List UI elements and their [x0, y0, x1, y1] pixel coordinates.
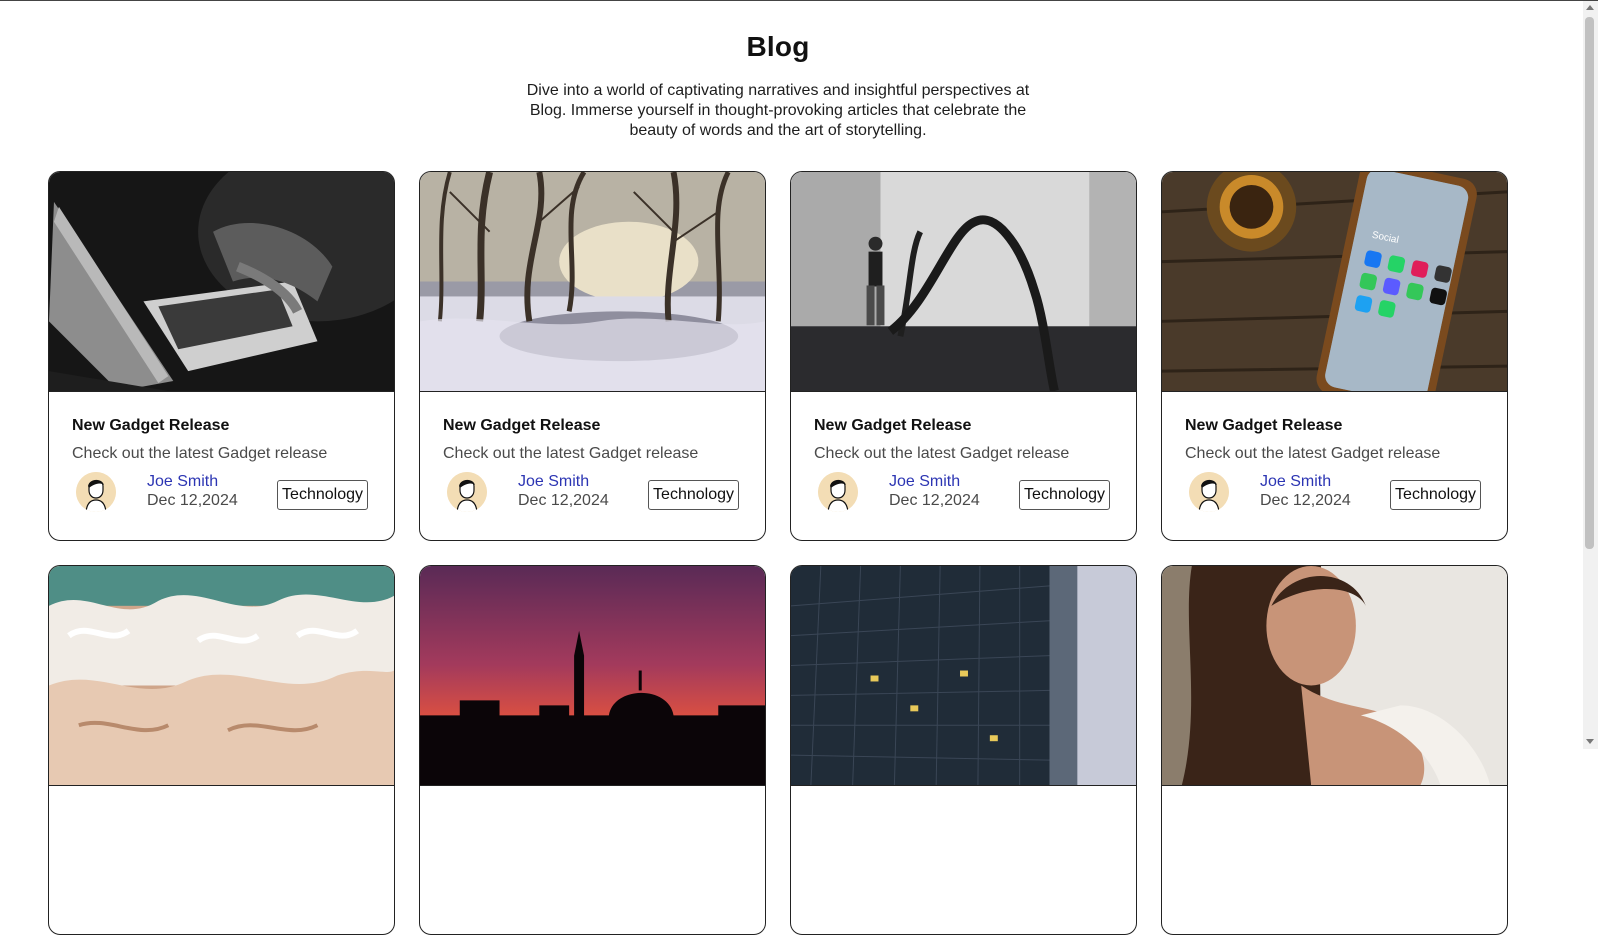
card-description: Check out the latest Gadget release [1185, 445, 1441, 462]
blog-card[interactable]: Social New Gadget Release Check out the … [1161, 171, 1508, 541]
snowy-forest-photo [420, 172, 765, 391]
category-tag-button[interactable]: Technology [1390, 480, 1481, 510]
blog-card[interactable] [1161, 565, 1508, 935]
woman-portrait-photo [1162, 566, 1507, 785]
post-date: Dec 12,2024 [1260, 492, 1351, 509]
card-title: New Gadget Release [443, 417, 601, 434]
vertical-scrollbar[interactable] [1583, 1, 1598, 749]
blog-card-image[interactable] [49, 566, 394, 786]
author-name-link[interactable]: Joe Smith [518, 473, 589, 491]
author-avatar [447, 472, 487, 512]
blog-card[interactable] [790, 565, 1137, 935]
card-description: Check out the latest Gadget release [443, 445, 699, 462]
category-tag-button[interactable]: Technology [1019, 480, 1110, 510]
author-name-link[interactable]: Joe Smith [889, 473, 960, 491]
blog-card[interactable]: New Gadget Release Check out the latest … [48, 171, 395, 541]
card-title: New Gadget Release [814, 417, 972, 434]
blog-card[interactable] [48, 565, 395, 935]
blog-card-image[interactable] [1162, 566, 1507, 786]
page-intro: Dive into a world of captivating narrati… [526, 82, 1030, 139]
blog-card-image[interactable]: Social [1162, 172, 1507, 392]
blog-card[interactable]: New Gadget Release Check out the latest … [790, 171, 1137, 541]
laptop-typing-photo [49, 172, 394, 391]
card-description: Check out the latest Gadget release [814, 445, 1070, 462]
card-title: New Gadget Release [1185, 417, 1343, 434]
sea-foam-photo [49, 566, 394, 785]
scroll-down-arrow-icon[interactable] [1586, 739, 1594, 744]
page-title: Blog [746, 31, 810, 62]
blog-card-image[interactable] [420, 172, 765, 392]
author-name-link[interactable]: Joe Smith [147, 473, 218, 491]
blog-page: Blog Dive into a world of captivating na… [0, 1, 1568, 935]
card-meta: Joe Smith Dec 12,2024 Technology [818, 472, 1110, 512]
scroll-up-arrow-icon[interactable] [1586, 5, 1594, 10]
blog-card-image[interactable] [49, 172, 394, 392]
blog-card[interactable]: New Gadget Release Check out the latest … [419, 171, 766, 541]
author-avatar [76, 472, 116, 512]
blog-card-image[interactable] [420, 566, 765, 786]
card-meta: Joe Smith Dec 12,2024 Technology [76, 472, 368, 512]
author-name-link[interactable]: Joe Smith [1260, 473, 1331, 491]
blog-card[interactable] [419, 565, 766, 935]
battle-ropes-photo [791, 172, 1136, 391]
post-date: Dec 12,2024 [147, 492, 238, 509]
phone-social-apps-photo: Social [1162, 172, 1507, 391]
card-meta: Joe Smith Dec 12,2024 Technology [1189, 472, 1481, 512]
post-date: Dec 12,2024 [518, 492, 609, 509]
blog-card-image[interactable] [791, 566, 1136, 786]
blog-card-grid: New Gadget Release Check out the latest … [48, 171, 1508, 935]
card-title: New Gadget Release [72, 417, 230, 434]
blog-card-image[interactable] [791, 172, 1136, 392]
mosque-sunset-photo [420, 566, 765, 785]
author-avatar [818, 472, 858, 512]
author-avatar [1189, 472, 1229, 512]
card-description: Check out the latest Gadget release [72, 445, 328, 462]
building-facade-photo [791, 566, 1136, 785]
card-meta: Joe Smith Dec 12,2024 Technology [447, 472, 739, 512]
scrollbar-thumb[interactable] [1585, 17, 1594, 549]
category-tag-button[interactable]: Technology [648, 480, 739, 510]
post-date: Dec 12,2024 [889, 492, 980, 509]
category-tag-button[interactable]: Technology [277, 480, 368, 510]
